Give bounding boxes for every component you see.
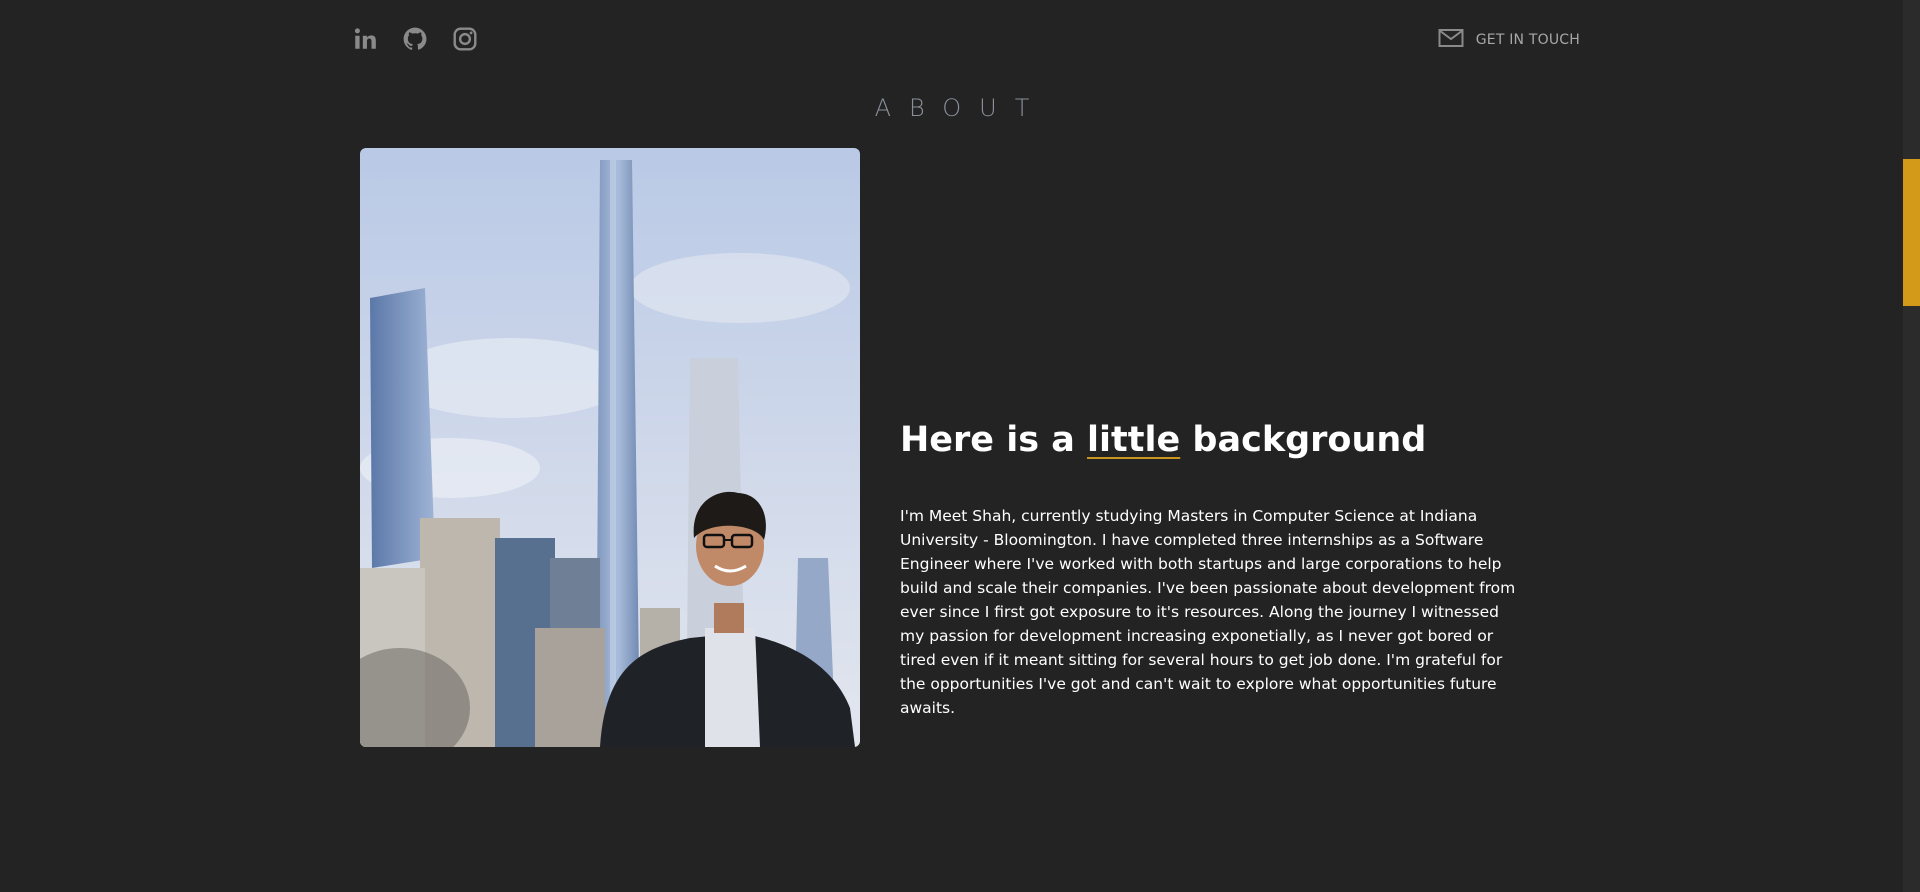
headline-post: background bbox=[1180, 420, 1427, 460]
profile-photo bbox=[360, 148, 860, 747]
get-in-touch-link[interactable]: GET IN TOUCH bbox=[1438, 28, 1580, 52]
scrollbar-thumb[interactable] bbox=[1903, 159, 1920, 306]
page: GET IN TOUCH ABOUT Here is a little back… bbox=[0, 0, 1920, 892]
about-headline: Here is a little background bbox=[900, 420, 1426, 460]
linkedin-icon[interactable] bbox=[352, 26, 378, 52]
mail-icon bbox=[1438, 28, 1464, 52]
headline-pre: Here is a bbox=[900, 420, 1088, 460]
social-links bbox=[352, 26, 478, 52]
scrollbar-track[interactable] bbox=[1903, 0, 1920, 892]
headline-emphasis: little bbox=[1087, 420, 1181, 460]
github-icon[interactable] bbox=[402, 26, 428, 52]
about-bio: I'm Meet Shah, currently studying Master… bbox=[900, 507, 1516, 717]
get-in-touch-label: GET IN TOUCH bbox=[1475, 32, 1580, 48]
instagram-icon[interactable] bbox=[452, 26, 478, 52]
section-title: ABOUT bbox=[874, 94, 1048, 122]
